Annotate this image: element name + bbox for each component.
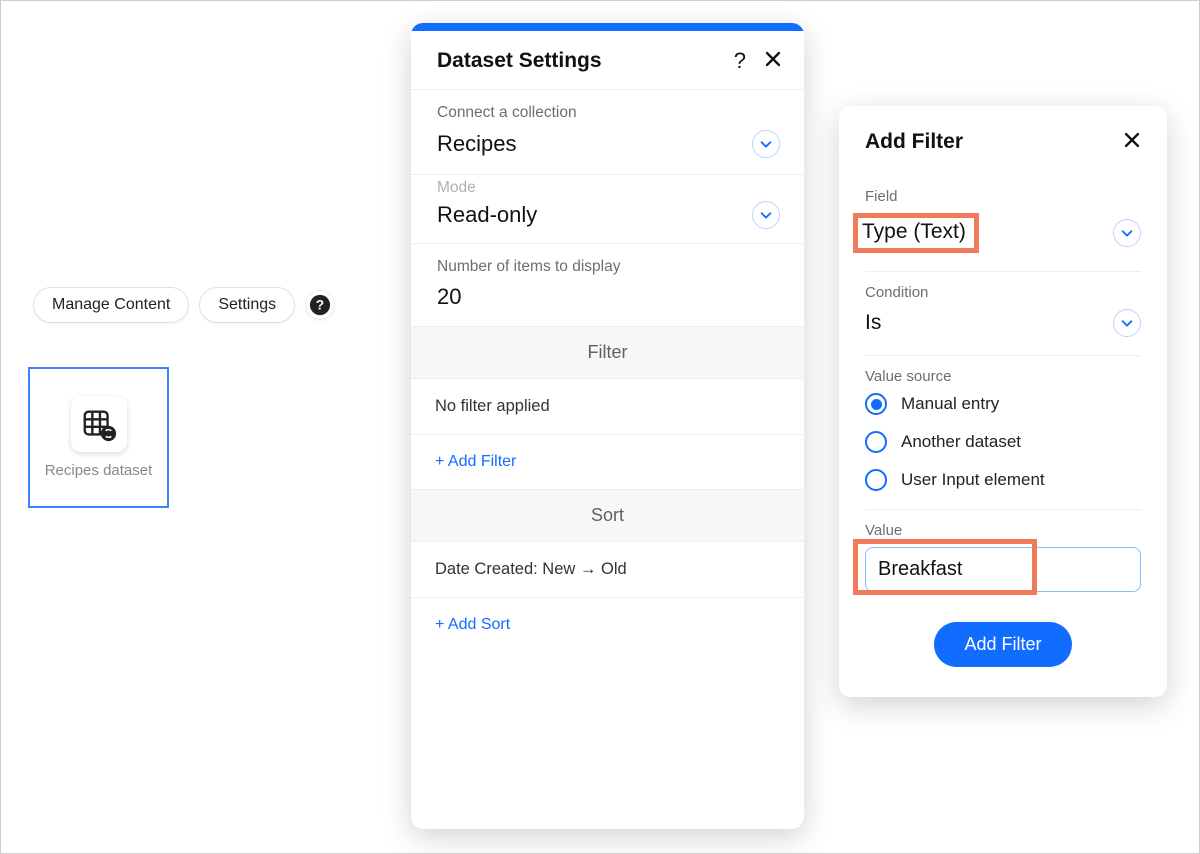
filter-title: Add Filter xyxy=(865,130,963,154)
connect-collection-dropdown[interactable] xyxy=(752,130,780,158)
mode-label: Mode xyxy=(437,179,780,197)
items-label: Number of items to display xyxy=(437,258,780,276)
field-value: Type (Text) xyxy=(862,220,966,243)
dataset-element-label: Recipes dataset xyxy=(45,462,153,479)
dataset-toolbar: Manage Content Settings ? xyxy=(33,287,335,323)
dataset-settings-panel: Dataset Settings ? Connect a collection … xyxy=(411,23,804,829)
connect-collection-value: Recipes xyxy=(437,131,516,157)
condition-dropdown[interactable] xyxy=(1113,309,1141,337)
condition-section: Condition Is xyxy=(865,272,1141,356)
add-filter-submit-button[interactable]: Add Filter xyxy=(934,622,1071,667)
value-input[interactable] xyxy=(865,547,1141,592)
add-filter-panel: Add Filter Field Type (Text) Condition I… xyxy=(839,106,1167,697)
sort-value-row: Date Created: New → Old xyxy=(411,542,804,598)
add-sort-link[interactable]: + Add Sort xyxy=(411,598,804,652)
filter-header: Add Filter xyxy=(839,106,1167,166)
value-source-section: Value source Manual entry Another datase… xyxy=(865,356,1141,510)
connect-collection-label: Connect a collection xyxy=(437,104,780,122)
settings-header: Dataset Settings ? xyxy=(411,31,804,90)
close-settings-button[interactable] xyxy=(764,50,782,72)
radio-user-input-label: User Input element xyxy=(901,470,1045,490)
field-value-highlight: Type (Text) xyxy=(853,213,979,253)
mode-value: Read-only xyxy=(437,202,537,228)
mode-section: Mode Read-only xyxy=(411,175,804,244)
mode-dropdown[interactable] xyxy=(752,201,780,229)
filter-subheader: Filter xyxy=(411,327,804,379)
close-icon xyxy=(1123,131,1141,149)
dataset-icon-box xyxy=(71,396,127,452)
sort-subheader: Sort xyxy=(411,490,804,542)
help-icon: ? xyxy=(309,294,331,316)
svg-text:?: ? xyxy=(316,298,324,313)
close-icon xyxy=(764,50,782,68)
field-label: Field xyxy=(865,188,1141,205)
connect-collection-section: Connect a collection Recipes xyxy=(411,90,804,175)
radio-manual-entry[interactable]: Manual entry xyxy=(865,393,1141,415)
dataset-element[interactable]: Recipes dataset xyxy=(28,367,169,508)
field-dropdown[interactable] xyxy=(1113,219,1141,247)
manage-content-button[interactable]: Manage Content xyxy=(33,287,189,323)
items-section: Number of items to display 20 xyxy=(411,244,804,327)
condition-value: Is xyxy=(865,311,881,335)
value-source-label: Value source xyxy=(865,368,1141,385)
field-section: Field Type (Text) xyxy=(865,176,1141,272)
help-button[interactable]: ? xyxy=(305,290,335,320)
radio-another-dataset[interactable]: Another dataset xyxy=(865,431,1141,453)
settings-title: Dataset Settings xyxy=(437,49,602,73)
value-section: Value xyxy=(865,510,1141,598)
items-value: 20 xyxy=(437,284,780,310)
help-icon-button[interactable]: ? xyxy=(734,50,746,72)
add-filter-link[interactable]: + Add Filter xyxy=(411,435,804,490)
close-filter-button[interactable] xyxy=(1123,131,1141,153)
panel-accent-bar xyxy=(411,23,804,31)
condition-label: Condition xyxy=(865,284,1141,301)
radio-user-input[interactable]: User Input element xyxy=(865,469,1141,491)
value-label: Value xyxy=(865,522,1141,539)
dataset-icon xyxy=(80,405,118,443)
radio-manual-label: Manual entry xyxy=(901,394,999,414)
settings-button[interactable]: Settings xyxy=(199,287,295,323)
radio-another-label: Another dataset xyxy=(901,432,1021,452)
no-filter-text: No filter applied xyxy=(411,379,804,435)
